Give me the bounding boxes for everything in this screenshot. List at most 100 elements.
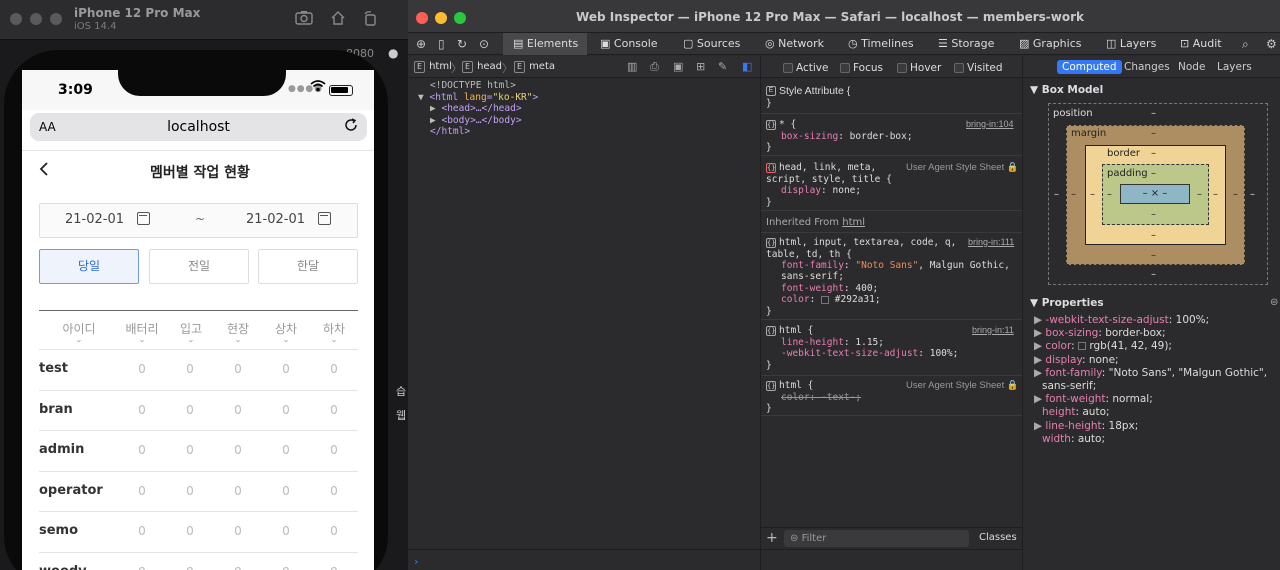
inherited-link[interactable]: html — [842, 217, 865, 228]
screenshot-icon[interactable] — [295, 10, 313, 28]
property-row[interactable]: ▶ -webkit-text-size-adjust: 100%; — [1034, 314, 1267, 327]
period-yesterday-button[interactable]: 전일 — [149, 249, 249, 284]
grid-icon[interactable]: ⊞ — [696, 60, 705, 73]
tab-timelines[interactable]: ◷ Timelines — [848, 33, 914, 55]
style-declaration[interactable]: font-family: "Noto Sans", Malgun Gothic, — [781, 260, 1010, 271]
style-declaration[interactable]: font-weight: 400; — [781, 283, 878, 294]
visited-checkbox[interactable] — [954, 63, 964, 73]
breadcrumb-meta[interactable]: Emeta — [514, 61, 555, 73]
box-model-header[interactable]: ▼ Box Model — [1030, 84, 1103, 96]
tab-console[interactable]: ▣ Console — [600, 33, 658, 55]
sim-minimize-button[interactable] — [30, 13, 42, 25]
property-row[interactable]: ▶ box-sizing: border-box; — [1034, 327, 1267, 340]
home-icon[interactable] — [329, 10, 347, 28]
reload-icon[interactable] — [344, 118, 358, 136]
add-rule-button[interactable]: + — [766, 530, 778, 546]
back-chevron-icon[interactable] — [38, 160, 50, 181]
sim-close-button[interactable] — [10, 13, 22, 25]
url-text[interactable]: localhost — [120, 119, 277, 135]
sim-maximize-button[interactable] — [50, 13, 62, 25]
member-id[interactable]: woody — [39, 564, 87, 570]
rotate-icon[interactable] — [361, 10, 379, 28]
search-icon[interactable]: ⌕ — [1242, 33, 1249, 55]
dom-body-node[interactable]: ▶ <body>…</body> — [414, 115, 538, 127]
member-id[interactable]: operator — [39, 483, 103, 498]
property-row[interactable]: ▶ font-family: "Noto Sans", "Malgun Goth… — [1034, 367, 1267, 380]
date-from[interactable]: 21-02-01 — [65, 212, 124, 227]
focus-checkbox[interactable] — [840, 63, 850, 73]
column-header-unloading[interactable]: 하차 ⌄ — [321, 320, 347, 344]
breadcrumb-head[interactable]: Ehead — [462, 61, 502, 73]
property-row[interactable]: ▶ font-weight: normal; — [1034, 393, 1267, 406]
tab-storage[interactable]: ☰ Storage — [938, 33, 994, 55]
console-prompt-bar[interactable] — [408, 549, 1023, 570]
column-header-loading[interactable]: 상차 ⌄ — [273, 320, 299, 344]
column-header-inbound[interactable]: 입고 ⌄ — [178, 320, 204, 344]
screen-icon[interactable]: ▣ — [673, 60, 683, 73]
styles-filter-input[interactable]: ⊜ Filter — [784, 530, 969, 547]
member-id[interactable]: semo — [39, 523, 78, 538]
dom-doctype[interactable]: <!DOCTYPE html> — [414, 80, 538, 92]
inspector-minimize-button[interactable] — [435, 12, 447, 24]
style-declaration[interactable]: -webkit-text-size-adjust: 100%; — [781, 348, 958, 359]
property-row[interactable]: height: auto; — [1034, 406, 1267, 419]
property-row[interactable]: ▶ display: none; — [1034, 354, 1267, 367]
device-icon[interactable]: ▯ — [438, 33, 445, 55]
tab-sources[interactable]: ▢ Sources — [683, 33, 740, 55]
reader-aa-button[interactable]: AA — [39, 120, 56, 134]
panel-divider[interactable] — [1022, 56, 1023, 570]
property-row[interactable]: ▶ color: rgb(41, 42, 49); — [1034, 340, 1267, 353]
style-declaration[interactable]: box-sizing: border-box; — [781, 131, 913, 142]
layout-icon[interactable]: ▥ — [627, 60, 637, 73]
rule-selector[interactable]: {} html { — [766, 325, 813, 336]
rule-selector[interactable]: {} html { — [766, 380, 813, 391]
style-declaration[interactable]: color: #292a31; — [781, 294, 881, 305]
property-row[interactable]: ▶ line-height: 18px; — [1034, 420, 1267, 433]
gear-icon[interactable]: ⚙ — [1266, 33, 1277, 55]
sidebar-toggle-icon[interactable]: ◧ — [742, 60, 752, 73]
inspector-maximize-button[interactable] — [454, 12, 466, 24]
dom-head-node[interactable]: ▶ <head>…</head> — [414, 103, 538, 115]
member-id[interactable]: bran — [39, 402, 73, 417]
color-swatch[interactable] — [821, 295, 830, 304]
hover-checkbox[interactable] — [897, 63, 907, 73]
overridden-declaration[interactable]: color: -text-; — [781, 392, 861, 403]
dom-html-node[interactable]: ▼ <html lang="ko-KR"> — [414, 92, 538, 104]
source-link[interactable]: bring-in:104 — [966, 119, 1014, 129]
member-id[interactable]: admin — [39, 442, 84, 457]
color-swatch[interactable] — [1077, 342, 1086, 351]
tab-node[interactable]: Node — [1178, 60, 1205, 74]
disclosure-open-icon[interactable]: ▼ — [418, 92, 424, 103]
column-header-battery[interactable]: 배터리 ⌄ — [122, 320, 162, 344]
tab-layers[interactable]: ◫ Layers — [1106, 33, 1156, 55]
member-id[interactable]: test — [39, 361, 68, 376]
column-header-id[interactable]: 아이디 ⌄ — [60, 320, 98, 344]
disclosure-closed-icon[interactable]: ▶ — [430, 115, 436, 126]
tab-computed[interactable]: Computed — [1057, 60, 1122, 74]
dom-html-close[interactable]: </html> — [414, 126, 538, 138]
tab-audit[interactable]: ⊡ Audit — [1180, 33, 1222, 55]
element-picker-icon[interactable]: ⊕ — [416, 33, 426, 55]
source-link[interactable]: bring-in:11 — [972, 325, 1014, 335]
download-icon[interactable]: ⊙ — [479, 33, 489, 55]
tab-changes[interactable]: Changes — [1124, 60, 1170, 74]
classes-toggle-button[interactable]: Classes — [979, 532, 1017, 543]
property-row[interactable]: width: auto; — [1034, 433, 1267, 446]
active-checkbox[interactable] — [783, 63, 793, 73]
rule-selector[interactable]: {} head, link, meta, — [766, 162, 876, 173]
calendar-icon[interactable] — [137, 212, 150, 225]
tab-graphics[interactable]: ▨ Graphics — [1019, 33, 1081, 55]
brush-icon[interactable]: ✎ — [718, 60, 727, 73]
print-icon[interactable]: ⎙ — [650, 60, 659, 74]
properties-header[interactable]: ▼ Properties — [1030, 297, 1104, 309]
source-link[interactable]: bring-in:111 — [968, 237, 1014, 247]
tab-elements[interactable]: ▤ Elements — [503, 33, 587, 55]
style-attribute-heading[interactable]: E Style Attribute { — [766, 85, 850, 97]
rule-selector[interactable]: {} * { — [766, 119, 796, 130]
tab-layers-details[interactable]: Layers — [1217, 60, 1252, 74]
reload-page-icon[interactable]: ↻ — [457, 33, 467, 55]
disclosure-closed-icon[interactable]: ▶ — [430, 103, 436, 114]
period-month-button[interactable]: 한달 — [258, 249, 358, 284]
style-declaration[interactable]: line-height: 1.15; — [781, 337, 884, 348]
date-to[interactable]: 21-02-01 — [246, 212, 305, 227]
